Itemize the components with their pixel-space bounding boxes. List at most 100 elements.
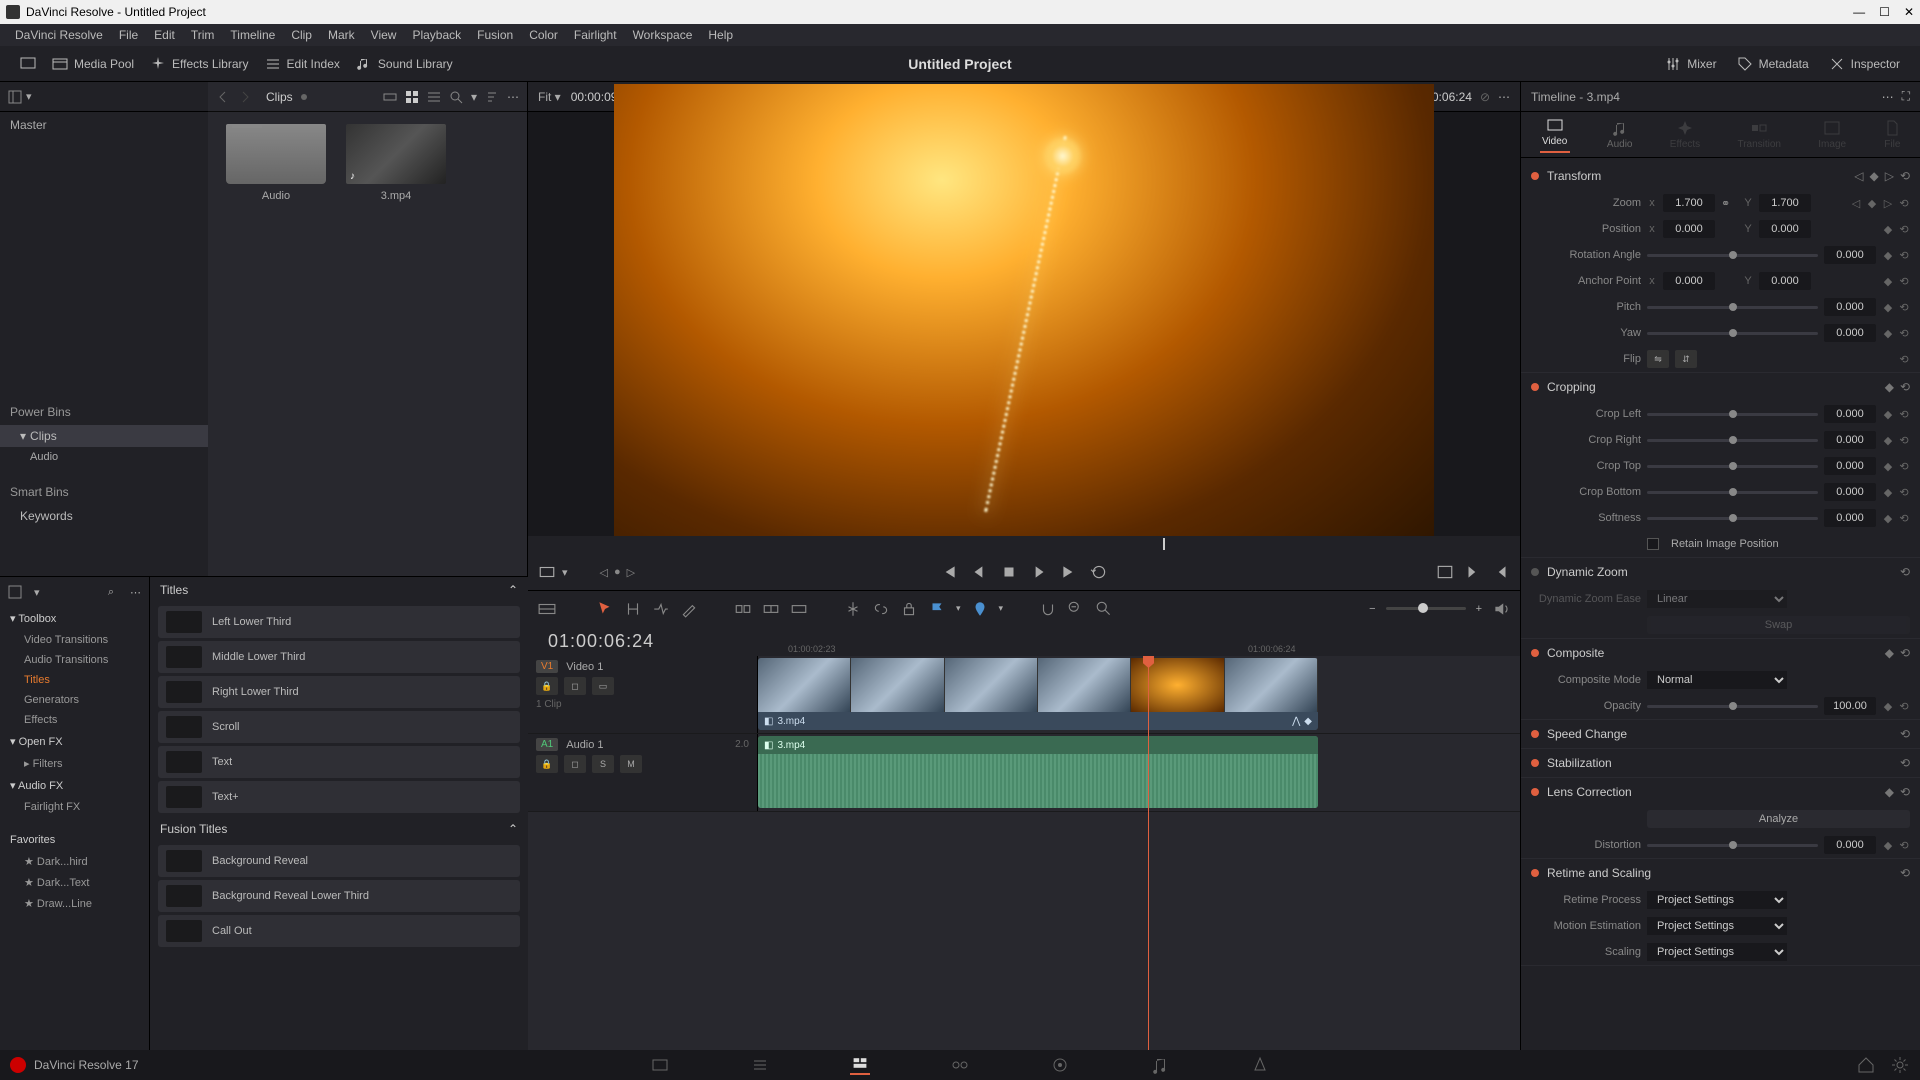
list-view-icon[interactable]	[427, 90, 441, 104]
fx-cat-active[interactable]: Titles	[0, 670, 149, 690]
plus-icon[interactable]: +	[1476, 603, 1482, 615]
panel-layout-icon[interactable]	[8, 90, 22, 104]
fusion-page-icon[interactable]	[950, 1055, 970, 1075]
fx-cat[interactable]: Audio Transitions	[0, 650, 149, 670]
crop-left-slider[interactable]	[1647, 413, 1818, 416]
search-icon[interactable]: ⌕	[108, 586, 114, 599]
zoom-fit-icon[interactable]	[1095, 600, 1113, 618]
insert-icon[interactable]	[734, 600, 752, 618]
bypass-icon[interactable]: ⊘	[1480, 90, 1490, 104]
mark-icon[interactable]: ●	[614, 566, 621, 578]
metadata-button[interactable]: Metadata	[1729, 52, 1817, 76]
menu-item[interactable]: Trim	[184, 26, 222, 44]
strip-view-icon[interactable]	[383, 90, 397, 104]
reset-icon[interactable]: ⟲	[1900, 380, 1910, 394]
menu-item[interactable]: Playback	[405, 26, 468, 44]
pos-x-input[interactable]: 0.000	[1663, 220, 1715, 238]
play-icon[interactable]	[1030, 563, 1048, 581]
expand-icon[interactable]: ⛶	[1902, 89, 1910, 104]
selection-tool-icon[interactable]	[596, 600, 614, 618]
play-reverse-icon[interactable]	[970, 563, 988, 581]
back-icon[interactable]	[216, 90, 230, 104]
section-retime[interactable]: Retime and Scaling⟲	[1521, 859, 1920, 887]
mixer-button[interactable]: Mixer	[1657, 52, 1724, 76]
media-storage-button[interactable]	[12, 52, 44, 76]
track-tag[interactable]: V1	[536, 660, 558, 673]
minus-icon[interactable]: −	[1369, 603, 1375, 615]
sound-library-button[interactable]: Sound Library	[348, 52, 461, 76]
menu-item[interactable]: Color	[522, 26, 565, 44]
transform-overlay-icon[interactable]	[538, 563, 556, 581]
title-preset[interactable]: Text	[158, 746, 520, 778]
softness-slider[interactable]	[1647, 517, 1818, 520]
track-auto-select-icon[interactable]: ◻	[564, 677, 586, 695]
swap-button[interactable]: Swap	[1647, 616, 1910, 634]
distortion-slider[interactable]	[1647, 844, 1818, 847]
fusion-title-preset[interactable]: Call Out	[158, 915, 520, 947]
media-page-icon[interactable]	[650, 1055, 670, 1075]
fx-cat[interactable]: Effects	[0, 710, 149, 730]
track-lock-icon[interactable]: 🔒	[536, 755, 558, 773]
keyframe-icon[interactable]: ◆	[1882, 249, 1894, 262]
dropdown-icon[interactable]: ▾	[562, 566, 568, 579]
video-clip[interactable]: ◧3.mp4⋀◆	[758, 658, 1318, 730]
reset-icon[interactable]: ⟲	[1900, 565, 1910, 579]
pos-y-input[interactable]: 0.000	[1759, 220, 1811, 238]
reset-icon[interactable]: ⟲	[1898, 353, 1910, 366]
bin-clips[interactable]: ▾Clips	[0, 425, 208, 447]
fx-cat[interactable]: Generators	[0, 690, 149, 710]
sort-icon[interactable]	[485, 90, 499, 104]
titles-section[interactable]: Titles⌃	[150, 577, 528, 603]
keyframe-icon[interactable]: ◆	[1882, 275, 1894, 288]
menu-item[interactable]: File	[112, 26, 145, 44]
more-icon[interactable]: ⋯	[1882, 90, 1894, 104]
toolbox-category[interactable]: ▾ Toolbox	[0, 607, 149, 630]
reset-icon[interactable]: ⟲	[1898, 223, 1910, 236]
deliver-page-icon[interactable]	[1250, 1055, 1270, 1075]
search-icon[interactable]	[449, 90, 463, 104]
fusion-title-preset[interactable]: Background Reveal	[158, 845, 520, 877]
edit-page-icon[interactable]	[850, 1055, 870, 1075]
section-stabilization[interactable]: Stabilization⟲	[1521, 749, 1920, 777]
menu-item[interactable]: Help	[701, 26, 740, 44]
track-disable-icon[interactable]: ▭	[592, 677, 614, 695]
menu-item[interactable]: Timeline	[223, 26, 282, 44]
section-speed[interactable]: Speed Change⟲	[1521, 720, 1920, 748]
track-mute-button[interactable]: M	[620, 755, 642, 773]
reset-icon[interactable]: ⟲	[1898, 301, 1910, 314]
section-lens[interactable]: Lens Correction◆⟲	[1521, 778, 1920, 806]
fav-item[interactable]: ★ Dark...Text	[0, 872, 149, 893]
playhead[interactable]	[1148, 656, 1149, 1050]
title-preset[interactable]: Left Lower Third	[158, 606, 520, 638]
title-preset[interactable]: Right Lower Third	[158, 676, 520, 708]
prev-keyframe-icon[interactable]: ◁	[1854, 169, 1863, 183]
timeline-ruler[interactable]: 01:00:02:23 01:00:06:24	[758, 626, 1520, 656]
edit-index-button[interactable]: Edit Index	[257, 52, 348, 76]
next-clip-icon[interactable]	[1464, 563, 1482, 581]
fav-item[interactable]: ★ Draw...Line	[0, 893, 149, 914]
menu-item[interactable]: Workspace	[626, 26, 700, 44]
analyze-button[interactable]: Analyze	[1647, 810, 1910, 828]
pitch-input[interactable]: 0.000	[1824, 298, 1876, 316]
dropdown-icon[interactable]: ▾	[26, 90, 32, 103]
tab-image[interactable]: Image	[1818, 119, 1846, 150]
fav-item[interactable]: ★ Dark...hird	[0, 851, 149, 872]
retain-checkbox[interactable]	[1647, 538, 1659, 550]
viewer-scrubber[interactable]	[528, 536, 1520, 554]
more-icon[interactable]: ⋯	[1498, 90, 1510, 104]
panel-layout-icon[interactable]	[8, 585, 22, 599]
trim-tool-icon[interactable]	[624, 600, 642, 618]
zoom-x-input[interactable]: 1.700	[1663, 194, 1715, 212]
flip-h-button[interactable]: ⇋	[1647, 350, 1669, 368]
rotation-slider[interactable]	[1647, 254, 1818, 257]
lock-icon[interactable]	[900, 600, 918, 618]
grid-view-icon[interactable]	[405, 90, 419, 104]
pitch-slider[interactable]	[1647, 306, 1818, 309]
keyframe-icon[interactable]: ◆	[1882, 301, 1894, 314]
zoom-y-input[interactable]: 1.700	[1759, 194, 1811, 212]
title-preset[interactable]: Text+	[158, 781, 520, 813]
marker-icon[interactable]	[971, 600, 989, 618]
openfx-category[interactable]: ▾ Open FX	[0, 730, 149, 753]
zoom-slider[interactable]	[1386, 607, 1466, 610]
fx-cat[interactable]: Video Transitions	[0, 630, 149, 650]
